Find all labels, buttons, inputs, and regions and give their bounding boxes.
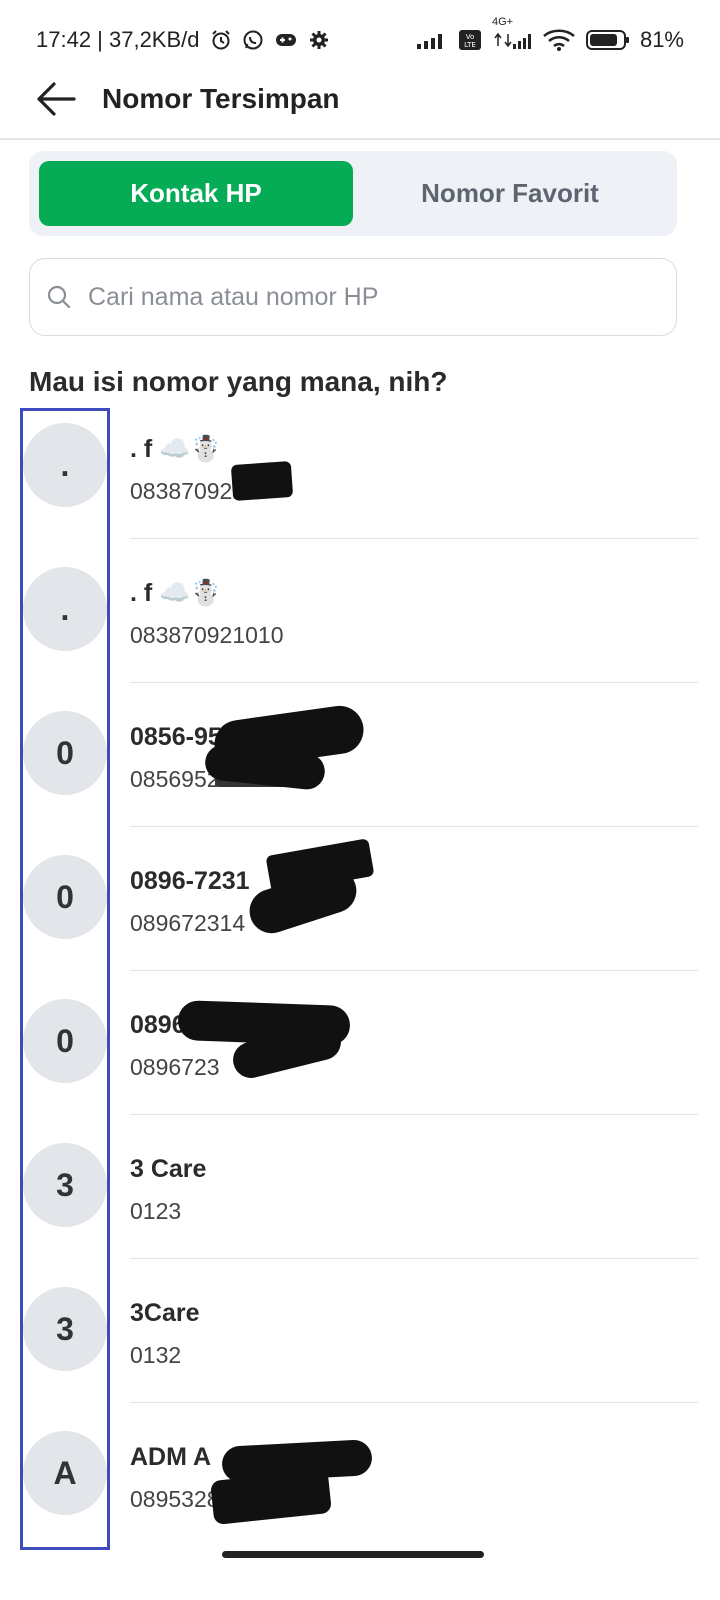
contact-info: . f ☁️☃️ 08387092: [130, 433, 232, 507]
contact-avatar: 0: [23, 855, 107, 939]
section-title: Mau isi nomor yang mana, nih?: [29, 366, 448, 397]
contact-name: . f ☁️☃️: [130, 579, 222, 607]
contact-name: 3 Care: [130, 1155, 207, 1183]
search-input[interactable]: [86, 281, 630, 313]
contact-source-tabs: Kontak HP Nomor Favorit: [29, 151, 677, 236]
contact-row[interactable]: . . f ☁️☃️ 083870921010: [0, 539, 720, 787]
game-controller-icon: [274, 30, 298, 50]
contact-avatar: 3: [23, 1287, 107, 1371]
contact-info: . f ☁️☃️ 083870921010: [130, 577, 284, 651]
back-arrow-icon: [37, 82, 76, 116]
signal-4g-icon: 4G+: [492, 16, 532, 50]
contact-name: 3Care: [130, 1299, 200, 1327]
redaction-mark: [230, 460, 294, 502]
volte-icon: Vo LTE: [458, 29, 482, 51]
contact-avatar: 3: [23, 1143, 107, 1227]
contact-avatar: 0: [23, 711, 107, 795]
status-time: 17:42 | 37,2KB/d: [36, 27, 200, 52]
contact-name: ADM A: [130, 1443, 212, 1471]
contact-row[interactable]: 0 0896 0896723: [0, 971, 720, 1115]
contact-row[interactable]: 0 0896-7231 089672314: [0, 827, 720, 971]
contact-number: 089672314: [130, 910, 246, 936]
contact-number: 0896723: [130, 1054, 220, 1080]
contact-row[interactable]: 3 3 Care 0123: [0, 1115, 720, 1259]
status-left: 17:42 | 37,2KB/d: [36, 27, 330, 53]
contact-number: 08387092: [130, 478, 233, 504]
alarm-icon: [210, 29, 232, 51]
contact-avatar: 0: [23, 999, 107, 1083]
contact-row[interactable]: 3 3Care 0132: [0, 1259, 720, 1403]
contact-info: 3Care 0132: [130, 1297, 200, 1371]
svg-text:LTE: LTE: [464, 41, 476, 49]
app-bar: Nomor Tersimpan: [0, 60, 720, 140]
signal-icon: [416, 30, 448, 50]
contact-avatar: A: [23, 1431, 107, 1515]
settings-gear-icon: [308, 29, 330, 51]
page-title: Nomor Tersimpan: [102, 83, 340, 114]
whatsapp-icon: [242, 29, 264, 51]
contact-row[interactable]: 0 0856-9527-5033 0856952: [0, 683, 720, 827]
battery-icon: [585, 29, 630, 51]
contact-number: 083870921010: [130, 622, 284, 648]
wifi-icon: [542, 28, 576, 52]
network-type-label: 4G+: [491, 16, 514, 28]
back-button[interactable]: [26, 69, 86, 129]
contact-list: . . f ☁️☃️ 08387092 . . f ☁️☃️ 083870921…: [0, 395, 720, 1547]
home-indicator[interactable]: [222, 1551, 484, 1558]
status-right: Vo LTE 4G+ 81%: [416, 16, 684, 53]
contact-number: 0895328: [130, 1486, 220, 1512]
contact-name: . f ☁️☃️: [130, 435, 222, 463]
contact-name: 0896-7231: [130, 867, 250, 895]
search-icon: [47, 285, 71, 309]
contact-number: 0132: [130, 1342, 182, 1368]
contact-number: 0123: [130, 1198, 182, 1224]
search-box[interactable]: [29, 258, 677, 336]
contact-avatar: .: [23, 567, 107, 651]
battery-percent: 81%: [639, 27, 684, 52]
contact-info: 3 Care 0123: [130, 1153, 206, 1227]
contact-info: ADM A 0895328: [130, 1441, 220, 1515]
svg-text:Vo: Vo: [466, 33, 475, 41]
tab-nomor-favorit[interactable]: Nomor Favorit: [353, 161, 667, 226]
contact-avatar: .: [23, 423, 107, 507]
contact-row[interactable]: A ADM A 0895328: [0, 1403, 720, 1547]
contact-info: 0896-7231 089672314: [130, 865, 250, 939]
tab-kontak-hp[interactable]: Kontak HP: [39, 161, 353, 226]
contact-row[interactable]: . . f ☁️☃️ 08387092: [0, 395, 720, 539]
